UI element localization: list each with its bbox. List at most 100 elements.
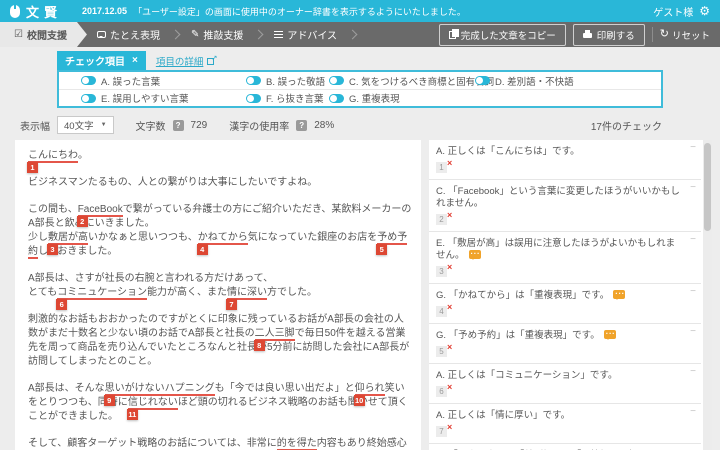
issue-badge[interactable]: 2 bbox=[76, 216, 88, 227]
comment-bubble-icon[interactable] bbox=[468, 246, 481, 260]
paragraph: ビジネスマンたるもの、人との繋がりは大事にしたいですよね。 bbox=[28, 177, 318, 188]
badge-row: 2 × bbox=[436, 210, 683, 225]
chevron-down-icon: ▼ bbox=[100, 122, 107, 128]
issue-badge[interactable]: 4 bbox=[196, 244, 208, 255]
close-icon[interactable]: × bbox=[132, 55, 138, 66]
user-name: ゲスト様 bbox=[653, 7, 694, 19]
marked-text[interactable]: 情に深い 7 bbox=[226, 287, 268, 310]
dismiss-x-icon[interactable]: × bbox=[447, 342, 452, 352]
check-item-label: A. 誤った言葉 bbox=[101, 76, 161, 88]
dismiss-x-icon[interactable]: × bbox=[447, 158, 452, 168]
check-toggle-F[interactable]: F. ら抜き言葉 bbox=[246, 91, 329, 105]
issue-badge[interactable]: 9 bbox=[103, 395, 115, 406]
marked-text[interactable]: FaceBook 2 bbox=[76, 204, 123, 227]
collapse-minus-icon[interactable]: − bbox=[690, 234, 696, 246]
kanji-rate-value: 28% bbox=[314, 119, 335, 131]
tab-たとえ表現[interactable]: たとえ表現 bbox=[87, 27, 170, 42]
document-editor[interactable]: こんにちわ 1。ビジネスマンたるもの、人との繋がりは大事にしたいですよね。 この間も… bbox=[15, 140, 421, 450]
check-result-item[interactable]: − A. 正しくは「情に厚い」です。 7 × bbox=[429, 404, 701, 444]
tab-推敲支援[interactable]: 推敲支援 bbox=[181, 27, 253, 42]
marked-text[interactable]: 二人三脚 8 bbox=[253, 328, 295, 351]
toggle-on-icon[interactable] bbox=[329, 93, 344, 103]
collapse-minus-icon[interactable]: − bbox=[690, 182, 696, 194]
issue-badge[interactable]: 1 bbox=[27, 162, 38, 173]
dismiss-x-icon[interactable]: × bbox=[447, 422, 452, 432]
issue-number-badge: 2 bbox=[436, 214, 447, 225]
collapse-minus-icon[interactable]: − bbox=[690, 142, 696, 154]
width-select[interactable]: 40文字 ▼ bbox=[57, 116, 114, 134]
gear-icon[interactable]: ⚙ bbox=[699, 5, 710, 17]
chevron-separator-icon bbox=[253, 29, 264, 40]
toggle-on-icon[interactable] bbox=[81, 93, 96, 103]
check-result-item[interactable]: −E. 「敷居が高」は誤用に注意したほうがよいかもしれません。3× bbox=[429, 232, 701, 284]
main-area: こんにちわ 1。ビジネスマンたるもの、人との繋がりは大事にしたいですよね。 この間も… bbox=[0, 140, 720, 450]
tab-アドバイス[interactable]: アドバイス bbox=[264, 27, 347, 42]
toggle-on-icon[interactable] bbox=[475, 76, 490, 85]
marked-text[interactable]: 敷居が高 3 bbox=[47, 232, 88, 255]
check-result-item[interactable]: −G. 「かねてから」は「重複表現」です。4× bbox=[429, 284, 701, 324]
check-items-tab[interactable]: チェック項目 × bbox=[57, 51, 146, 70]
check-toggle-E[interactable]: E. 誤用しやすい言葉 bbox=[81, 91, 246, 105]
print-button[interactable]: 印刷する bbox=[572, 23, 645, 46]
collapse-minus-icon[interactable]: − bbox=[690, 286, 696, 298]
marked-text[interactable]: コミニュケーション 6 bbox=[56, 287, 148, 310]
check-toggle-C[interactable]: C. 気をつけるべき商標と固有名詞 bbox=[329, 74, 494, 88]
check-result-item[interactable]: −D. 「二人三脚」は「差別語」や「不快語」と捉えられる可能性があります。8× bbox=[429, 444, 701, 450]
collapse-minus-icon[interactable]: − bbox=[690, 326, 696, 338]
check-result-item[interactable]: − A. 正しくは「こんにちは」です。 1 × bbox=[429, 140, 701, 180]
marked-text[interactable]: 思いがけないハプニング 9 bbox=[103, 383, 215, 406]
pencil-icon bbox=[191, 29, 199, 40]
issue-badge[interactable]: 8 bbox=[253, 340, 265, 351]
app-header: 文賢 2017.12.05 「ユーザー設定」の画面に使用中のオーナー辞書を表示す… bbox=[0, 0, 720, 22]
comment-bubble-icon[interactable] bbox=[603, 326, 616, 340]
issue-badge[interactable]: 10 bbox=[353, 395, 365, 406]
copy-result-button[interactable]: 完成した文章をコピー bbox=[438, 23, 566, 46]
toggle-on-icon[interactable] bbox=[81, 76, 96, 85]
mouse-logo-icon bbox=[10, 4, 20, 18]
tab-label: 推敲支援 bbox=[203, 31, 244, 42]
check-result-text: G. 「かねてから」は「重複表現」です。 bbox=[436, 286, 683, 302]
item-details-link[interactable]: 項目の詳細 bbox=[156, 54, 218, 70]
collapse-minus-icon[interactable]: − bbox=[690, 366, 696, 378]
check-result-item[interactable]: − A. 正しくは「コミュニケーション」です。 6 × bbox=[429, 364, 701, 404]
scrollbar-track[interactable] bbox=[703, 140, 712, 450]
help-icon[interactable]: ? bbox=[296, 119, 308, 131]
check-toggle-B[interactable]: B. 誤った敬語 bbox=[246, 74, 329, 88]
check-toggle-A[interactable]: A. 誤った言葉 bbox=[81, 74, 246, 88]
check-toggle-D[interactable]: D. 差別語・不快語 bbox=[475, 74, 574, 88]
dismiss-x-icon[interactable]: × bbox=[447, 262, 452, 272]
issue-badge[interactable]: 6 bbox=[56, 299, 68, 310]
check-result-text: A. 正しくは「コミュニケーション」です。 bbox=[436, 370, 618, 381]
issue-badge[interactable]: 7 bbox=[226, 299, 238, 310]
scrollbar-thumb[interactable] bbox=[704, 143, 711, 231]
marked-text[interactable]: 仰られ 10 bbox=[353, 383, 385, 406]
tab-校閲支援[interactable]: 校閲支援 bbox=[0, 22, 87, 47]
check-result-item[interactable]: −G. 「予め予約」は「重複表現」です。5× bbox=[429, 324, 701, 364]
badge-row: 7 × bbox=[436, 422, 683, 437]
toggle-on-icon[interactable] bbox=[246, 76, 261, 85]
check-toggle-G[interactable]: G. 重複表現 bbox=[329, 91, 475, 105]
collapse-minus-icon[interactable]: − bbox=[690, 406, 696, 418]
comment-bubble-icon[interactable] bbox=[613, 286, 626, 300]
dismiss-x-icon[interactable]: × bbox=[447, 210, 452, 220]
marked-text[interactable]: 信じれない 11 bbox=[126, 397, 178, 420]
dismiss-x-icon[interactable]: × bbox=[447, 302, 452, 312]
marked-text[interactable]: かねてから 4 bbox=[196, 232, 248, 255]
marked-text[interactable]: こんにちわ 1 bbox=[27, 150, 78, 173]
check-item-label: B. 誤った敬語 bbox=[266, 76, 326, 88]
collapse-minus-icon[interactable]: − bbox=[690, 446, 696, 450]
toggle-on-icon[interactable] bbox=[246, 93, 261, 103]
help-icon[interactable]: ? bbox=[172, 119, 184, 131]
stats-bar: 表示幅 40文字 ▼ 文字数 ? 729 漢字の使用率 ? 28% 17件のチェ… bbox=[0, 108, 720, 140]
issue-badge[interactable]: 11 bbox=[126, 409, 138, 420]
marked-text[interactable]: 的を得た12 bbox=[276, 438, 317, 450]
toggle-on-icon[interactable] bbox=[329, 76, 344, 85]
check-result-item[interactable]: − C. 「Facebook」という言葉に変更したほうがいいかもしれません。 2 × bbox=[429, 180, 701, 232]
issue-badge[interactable]: 3 bbox=[47, 244, 58, 255]
issue-badge[interactable]: 5 bbox=[376, 244, 388, 255]
dismiss-x-icon[interactable]: × bbox=[447, 382, 452, 392]
check-count: 17件のチェック bbox=[590, 121, 662, 133]
reset-button[interactable]: ↻ リセット bbox=[660, 28, 710, 42]
paragraph: 刺激的なお話もおおかったのですがとくに印象に残っているお話がA部長の会社の人数が… bbox=[28, 314, 410, 367]
check-result-text: A. 正しくは「情に厚い」です。 bbox=[436, 410, 571, 421]
